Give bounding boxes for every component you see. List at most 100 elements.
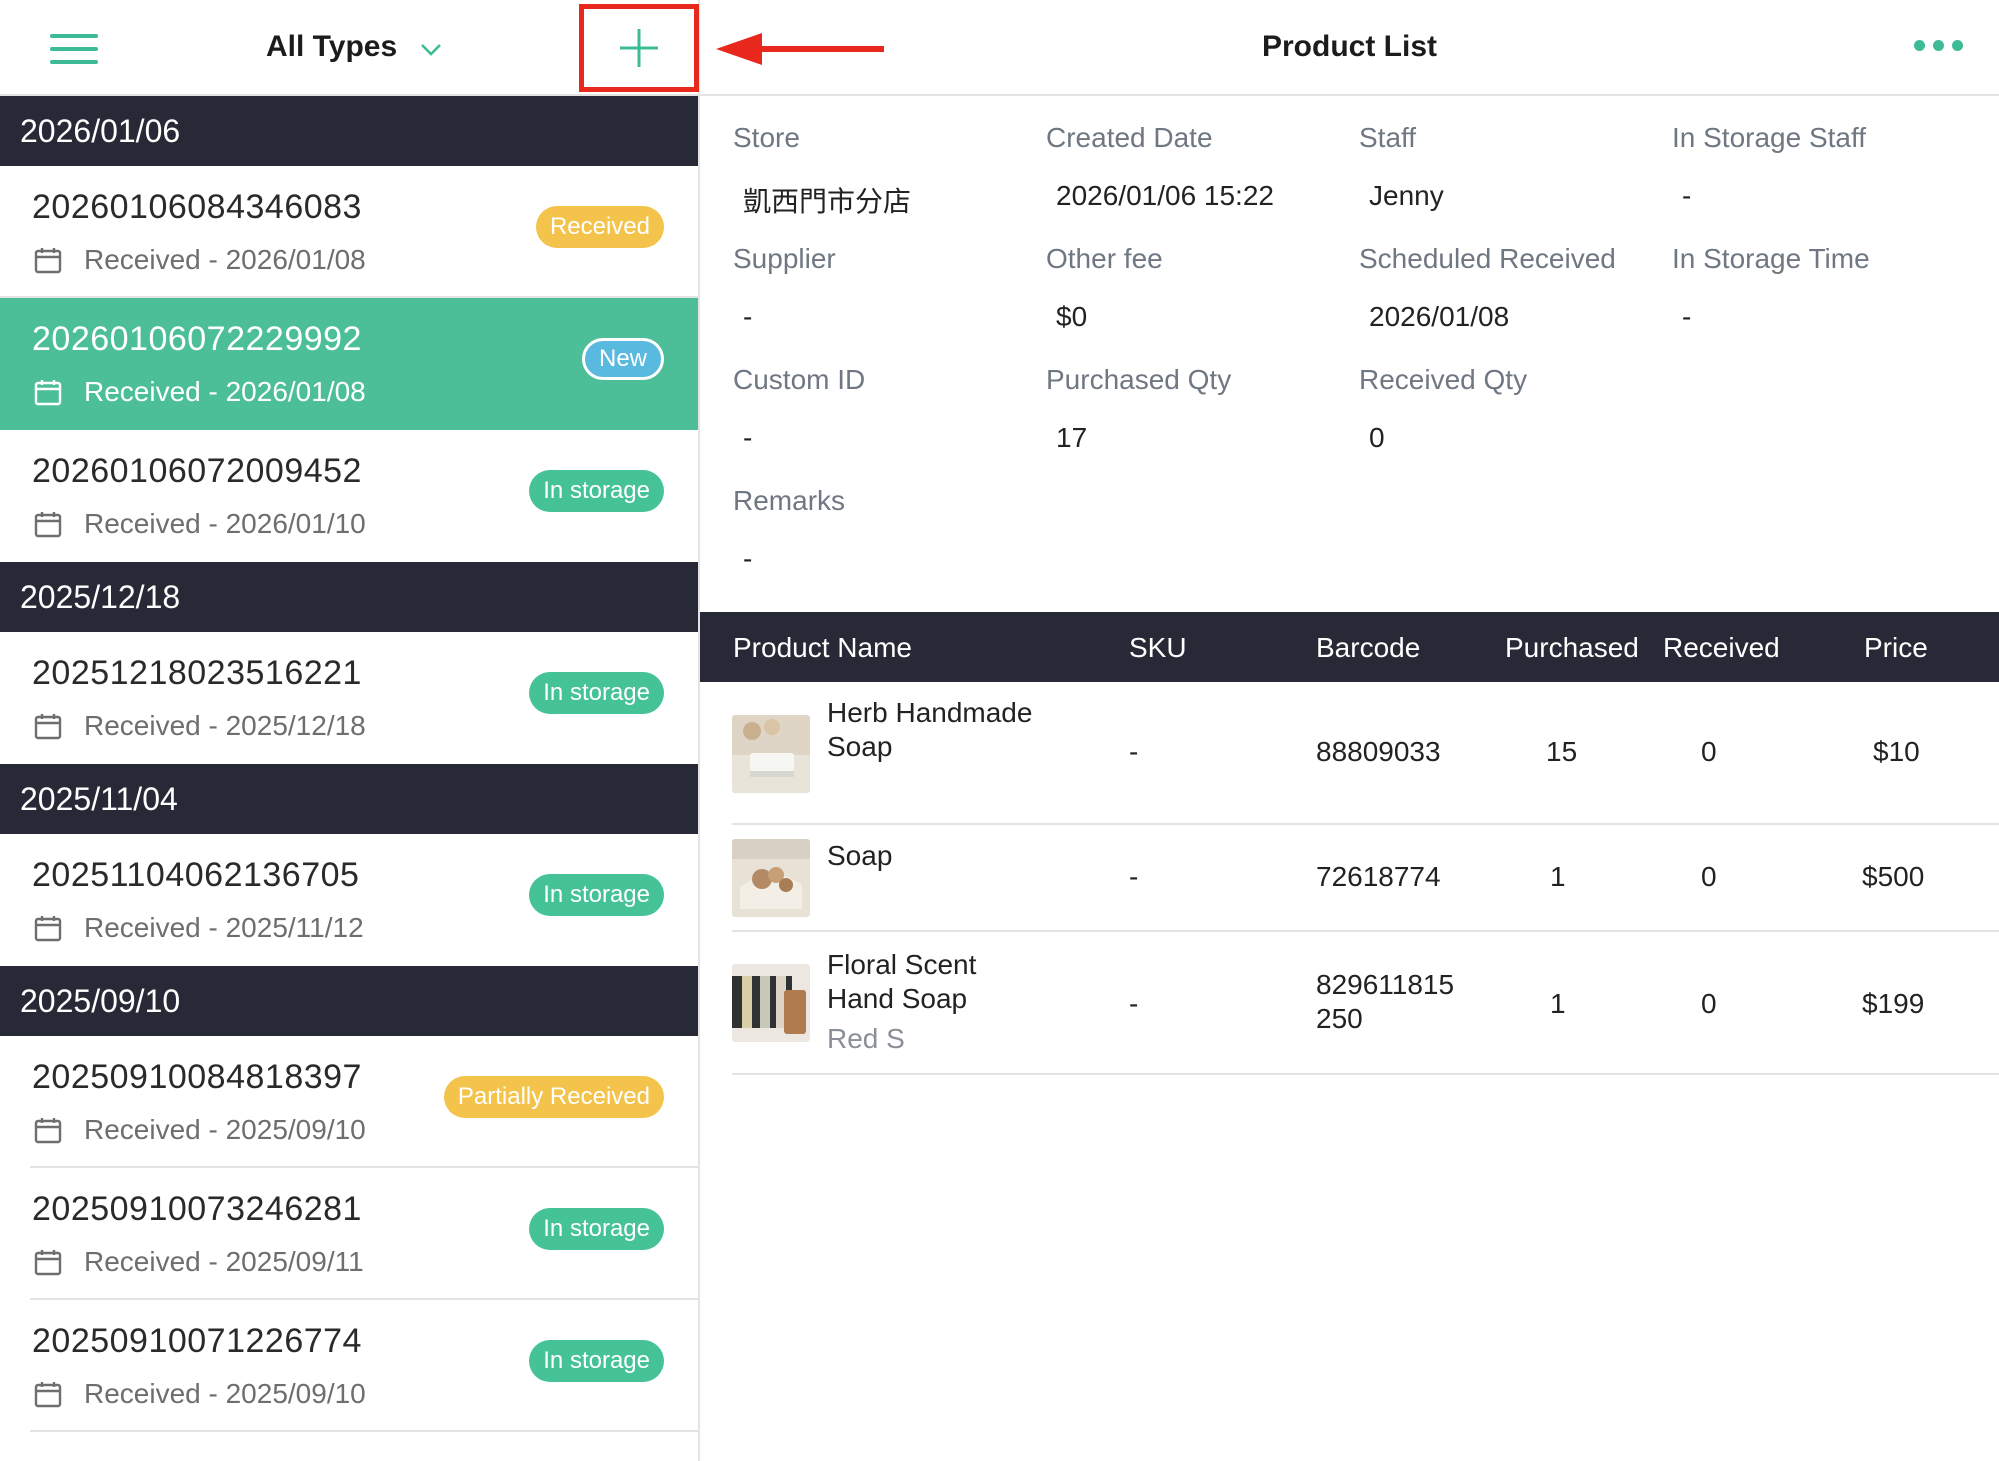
calendar-icon	[34, 380, 62, 406]
order-id: 20260106084346083	[32, 188, 362, 226]
table-row[interactable]: Herb Handmade Soap - 88809033 15 0 $10	[732, 682, 1999, 825]
order-received-date: Received - 2025/09/10	[34, 1378, 366, 1410]
table-row[interactable]: Soap - 72618774 1 0 $500	[732, 825, 1999, 932]
calendar-icon	[34, 1118, 62, 1144]
table-row[interactable]: Floral Scent Hand Soap Red S - 829611815…	[732, 932, 1999, 1075]
order-id: 20250910071226774	[32, 1322, 362, 1360]
field-other-fee: Other fee $0	[1046, 243, 1163, 332]
order-received-date: Received - 2025/12/18	[34, 710, 366, 742]
product-table-header: Product Name SKU Barcode Purchased Recei…	[700, 612, 1999, 682]
col-received: Received	[1663, 632, 1780, 663]
col-barcode: Barcode	[1316, 632, 1421, 663]
status-badge: In storage	[529, 1340, 664, 1382]
field-store: Store 凱西門市分店	[733, 122, 912, 217]
field-remarks: Remarks -	[733, 485, 846, 574]
cell-received: 0	[1701, 988, 1717, 1019]
field-custom-id: Custom ID -	[733, 364, 866, 453]
field-purchased-qty: Purchased Qty 17	[1046, 364, 1232, 453]
cell-purchased: 15	[1546, 736, 1578, 767]
cell-sku: -	[1129, 736, 1139, 767]
field-in-storage-staff: In Storage Staff -	[1672, 122, 1867, 211]
add-order-button[interactable]	[579, 4, 699, 92]
calendar-icon	[34, 1382, 62, 1408]
order-id: 20251218023516221	[32, 654, 362, 692]
product-thumbnail	[732, 964, 810, 1042]
col-price: Price	[1864, 632, 1928, 663]
order-list-item-selected[interactable]: 20260106072229992 Received - 2026/01/08 …	[0, 298, 698, 430]
calendar-icon	[34, 1250, 62, 1276]
type-filter-label: All Types	[266, 30, 398, 63]
order-list-item[interactable]: 20250910084818397 Received - 2025/09/10 …	[0, 1036, 698, 1168]
status-badge: In storage	[529, 470, 664, 512]
col-product-name: Product Name	[733, 632, 912, 663]
status-badge: In storage	[529, 672, 664, 714]
date-group-header: 2025/12/18	[0, 562, 698, 632]
order-list-item[interactable]: 20250910071226774 Received - 2025/09/10 …	[0, 1300, 698, 1432]
order-received-date: Received - 2026/01/08	[34, 376, 366, 408]
product-thumbnail	[732, 715, 810, 793]
cell-barcode: 88809033	[1316, 736, 1441, 767]
field-scheduled-received: Scheduled Received 2026/01/08	[1359, 243, 1616, 332]
field-supplier: Supplier -	[733, 243, 836, 332]
order-received-date: Received - 2026/01/08	[34, 244, 366, 276]
cell-received: 0	[1701, 736, 1717, 767]
date-group-header: 2025/11/04	[0, 764, 698, 834]
right-header: Product List	[700, 0, 1999, 96]
status-badge: Partially Received	[443, 1076, 664, 1118]
order-received-date: Received - 2025/09/11	[34, 1246, 364, 1278]
status-badge: In storage	[529, 1208, 664, 1250]
product-name: Herb Handmade Soap	[827, 697, 1033, 762]
chevron-down-icon	[420, 31, 442, 65]
order-id: 20250910073246281	[32, 1190, 362, 1228]
field-in-storage-time: In Storage Time -	[1672, 243, 1870, 332]
cell-price: $199	[1862, 988, 1925, 1019]
order-received-date: Received - 2025/11/12	[34, 912, 364, 944]
order-list-pane: All Types 2026/01/06 20260106084346083 R…	[0, 0, 700, 1461]
order-list-item[interactable]: 20251104062136705 Received - 2025/11/12 …	[0, 834, 698, 966]
cell-received: 0	[1701, 861, 1717, 892]
order-list-item[interactable]: 20250910073246281 Received - 2025/09/11 …	[0, 1168, 698, 1300]
cell-price: $10	[1873, 736, 1920, 767]
order-list-item[interactable]: 20260106084346083 Received - 2026/01/08 …	[0, 166, 698, 298]
order-info-section: Store 凱西門市分店 Created Date 2026/01/06 15:…	[700, 96, 1999, 612]
field-staff: Staff Jenny	[1359, 122, 1444, 211]
order-id: 20251104062136705	[32, 856, 360, 894]
order-received-date: Received - 2026/01/10	[34, 508, 366, 540]
status-badge: In storage	[529, 874, 664, 916]
order-id: 20260106072009452	[32, 452, 362, 490]
cell-purchased: 1	[1550, 988, 1566, 1019]
cell-price: $500	[1862, 861, 1925, 892]
date-group-header: 2025/09/10	[0, 966, 698, 1036]
calendar-icon	[34, 714, 62, 740]
cell-sku: -	[1129, 988, 1139, 1019]
detail-pane: Product List Store 凱西門市分店 Created Date 2…	[700, 0, 1999, 1461]
hamburger-menu-icon[interactable]	[50, 34, 98, 64]
order-list-item[interactable]: 20260106072009452 Received - 2026/01/10 …	[0, 430, 698, 562]
plus-icon	[620, 29, 658, 67]
status-badge: Received	[535, 206, 664, 248]
calendar-icon	[34, 512, 62, 538]
product-variant: Red S	[827, 1023, 905, 1054]
product-name: Floral Scent Hand Soap Red S	[827, 948, 1067, 1056]
col-purchased: Purchased	[1505, 632, 1639, 663]
calendar-icon	[34, 916, 62, 942]
col-sku: SKU	[1129, 632, 1187, 663]
order-id: 20250910084818397	[32, 1058, 362, 1096]
order-received-date: Received - 2025/09/10	[34, 1114, 366, 1146]
product-name: Soap	[827, 840, 893, 871]
date-group-header: 2026/01/06	[0, 96, 698, 166]
field-created-date: Created Date 2026/01/06 15:22	[1046, 122, 1274, 211]
product-thumbnail	[732, 839, 810, 917]
cell-sku: -	[1129, 861, 1139, 892]
app-window: All Types 2026/01/06 20260106084346083 R…	[0, 0, 1999, 1461]
status-badge: New	[581, 338, 664, 380]
more-dots-icon[interactable]	[1914, 40, 1963, 51]
page-title: Product List	[1261, 30, 1437, 63]
field-received-qty: Received Qty 0	[1359, 364, 1528, 453]
order-list-item[interactable]: 20251218023516221 Received - 2025/12/18 …	[0, 632, 698, 764]
type-filter-dropdown[interactable]: All Types	[266, 30, 442, 65]
cell-barcode: 72618774	[1316, 861, 1441, 892]
cell-barcode: 829611815 250	[1316, 969, 1455, 1034]
calendar-icon	[34, 248, 62, 274]
cell-purchased: 1	[1550, 861, 1566, 892]
